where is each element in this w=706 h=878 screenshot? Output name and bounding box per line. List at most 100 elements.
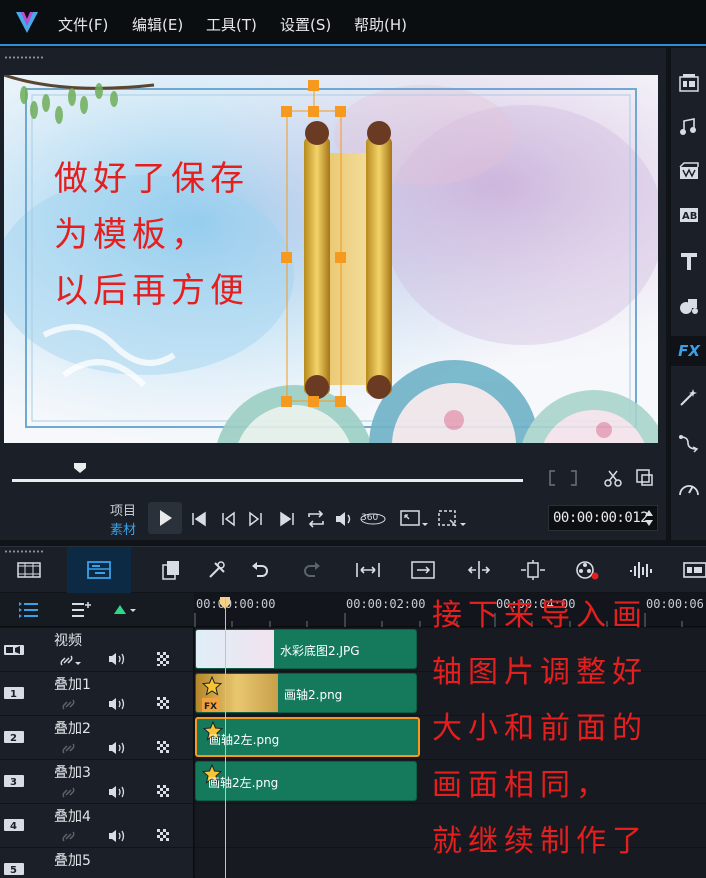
track-head: 5 叠加5 bbox=[0, 848, 194, 878]
volume-icon[interactable] bbox=[333, 508, 355, 530]
scissors-icon[interactable] bbox=[603, 468, 623, 488]
storyboard-view-icon[interactable] bbox=[14, 555, 44, 585]
play-button[interactable] bbox=[148, 502, 182, 534]
magic-wand-icon[interactable] bbox=[671, 382, 706, 412]
video-track-icon bbox=[4, 645, 24, 655]
video-clip[interactable]: 水彩底图2.JPG bbox=[195, 629, 417, 669]
speed-icon[interactable] bbox=[671, 473, 706, 503]
add-track-icon[interactable] bbox=[70, 601, 92, 619]
link-icon[interactable] bbox=[62, 742, 76, 756]
overlay-clip-selected[interactable]: 画轴2左.png bbox=[195, 717, 420, 757]
transparency-icon[interactable] bbox=[157, 697, 171, 711]
overlay-clip[interactable]: 画轴2左.png bbox=[195, 761, 417, 801]
overlay-track-icon: 2 bbox=[4, 731, 24, 744]
annotation-line: 为模板， bbox=[54, 215, 210, 255]
transparency-icon[interactable] bbox=[157, 652, 171, 666]
annotation-line: 大小和前面的 bbox=[432, 711, 648, 746]
link-icon[interactable] bbox=[62, 830, 76, 844]
overlay-track-icon: 1 bbox=[4, 687, 24, 700]
project-mode-label[interactable]: 项目 bbox=[110, 500, 136, 519]
timeline-view-icon bbox=[87, 561, 111, 579]
redo-icon[interactable] bbox=[298, 555, 328, 585]
svg-text:5: 5 bbox=[10, 865, 17, 876]
svg-text:2: 2 bbox=[10, 733, 17, 744]
fx-icon[interactable]: FX bbox=[671, 336, 706, 366]
auto-music-icon[interactable] bbox=[572, 555, 602, 585]
menu-file[interactable]: 文件(F) bbox=[58, 14, 108, 35]
link-icon[interactable] bbox=[62, 698, 76, 712]
preview-canvas[interactable]: 做好了保存 为模板， 以后再方便 bbox=[4, 75, 658, 443]
instant-project-icon[interactable] bbox=[671, 156, 706, 186]
clip-thumbnail bbox=[196, 630, 274, 668]
mute-icon[interactable] bbox=[107, 784, 127, 800]
360-icon[interactable]: 360 bbox=[360, 506, 386, 530]
overlay-clip[interactable]: FX 画轴2.png bbox=[195, 673, 417, 713]
graphics-icon[interactable] bbox=[671, 291, 706, 321]
repeat-icon[interactable] bbox=[305, 508, 327, 530]
menu-bar: 文件(F) 编辑(E) 工具(T) 设置(S) 帮助(H) bbox=[0, 0, 706, 46]
clip-mode-label[interactable]: 素材 bbox=[110, 519, 136, 538]
mute-icon[interactable] bbox=[107, 651, 127, 667]
zoom-fit-icon[interactable] bbox=[408, 555, 438, 585]
link-icon[interactable] bbox=[60, 654, 82, 668]
scrub-bar[interactable] bbox=[12, 479, 523, 482]
fit-project-icon[interactable] bbox=[353, 555, 383, 585]
transition-icon[interactable]: AB bbox=[671, 200, 706, 230]
tools-icon[interactable] bbox=[202, 555, 232, 585]
transparency-icon[interactable] bbox=[157, 785, 171, 799]
media-icon[interactable] bbox=[671, 68, 706, 98]
undo-icon[interactable] bbox=[244, 555, 274, 585]
fx-badge-icon: FX bbox=[202, 698, 220, 712]
mark-out-icon[interactable] bbox=[570, 470, 578, 486]
panel-grip bbox=[4, 56, 44, 59]
audio-icon[interactable] bbox=[671, 112, 706, 142]
aspect-ratio-icon[interactable] bbox=[398, 508, 428, 530]
clip-label: 画轴2.png bbox=[284, 688, 343, 702]
sound-mixer-icon[interactable] bbox=[626, 555, 656, 585]
track-name: 叠加2 bbox=[54, 721, 91, 737]
transparency-icon[interactable] bbox=[157, 829, 171, 843]
home-icon[interactable] bbox=[190, 510, 208, 528]
transparency-icon[interactable] bbox=[157, 741, 171, 755]
timecode-display[interactable]: 00:00:00:012 bbox=[548, 505, 658, 531]
title-icon[interactable] bbox=[671, 246, 706, 276]
path-icon[interactable] bbox=[671, 428, 706, 458]
prev-frame-icon[interactable] bbox=[220, 510, 238, 528]
mute-icon[interactable] bbox=[107, 696, 127, 712]
annotation-line: 做好了保存 bbox=[54, 159, 249, 199]
track-name: 视频 bbox=[54, 633, 82, 649]
mute-icon[interactable] bbox=[107, 740, 127, 756]
annotation-line: 就继续制作了 bbox=[432, 824, 648, 859]
scrub-handle[interactable] bbox=[73, 462, 87, 474]
track-list-icon[interactable] bbox=[18, 601, 40, 619]
panel-grip bbox=[4, 550, 44, 553]
ruler-label: 00:00:06:0 bbox=[646, 597, 706, 611]
annotation-line: 画面相同， bbox=[432, 767, 612, 803]
menu-edit[interactable]: 编辑(E) bbox=[132, 14, 183, 35]
next-frame-icon[interactable] bbox=[246, 510, 264, 528]
crop-icon[interactable] bbox=[436, 508, 466, 530]
track-head: 4 叠加4 bbox=[0, 804, 194, 847]
subtitle-icon[interactable] bbox=[680, 555, 706, 585]
timecode-stepper[interactable] bbox=[643, 507, 655, 529]
end-icon[interactable] bbox=[278, 510, 296, 528]
app-logo-icon bbox=[16, 12, 38, 33]
mute-icon[interactable] bbox=[107, 828, 127, 844]
timeline-view-button[interactable] bbox=[67, 547, 131, 593]
resize-icon[interactable] bbox=[635, 468, 655, 488]
keyframe-menu-icon[interactable] bbox=[112, 603, 136, 617]
menu-settings[interactable]: 设置(S) bbox=[280, 14, 331, 35]
track-head: 2 叠加2 bbox=[0, 716, 194, 759]
track-manager-icon[interactable] bbox=[156, 555, 186, 585]
link-icon[interactable] bbox=[62, 786, 76, 800]
svg-text:4: 4 bbox=[10, 821, 17, 832]
playhead-line bbox=[225, 598, 226, 878]
ripple-icon[interactable] bbox=[518, 555, 548, 585]
mark-in-icon[interactable] bbox=[548, 470, 556, 486]
menu-help[interactable]: 帮助(H) bbox=[354, 14, 407, 35]
track-head: 1 叠加1 bbox=[0, 672, 194, 715]
menu-tools[interactable]: 工具(T) bbox=[206, 14, 257, 35]
clip-label: 画轴2左.png bbox=[208, 776, 279, 790]
timeline-toolbar bbox=[0, 546, 706, 593]
split-icon[interactable] bbox=[464, 555, 494, 585]
